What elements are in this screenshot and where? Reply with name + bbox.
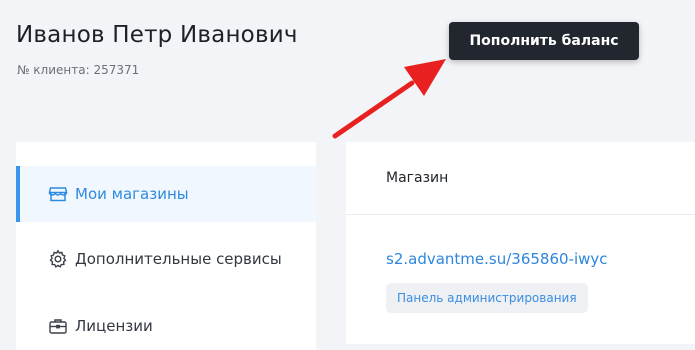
sidebar-item-my-shops[interactable]: Мои магазины <box>16 166 316 222</box>
gear-icon <box>48 249 68 269</box>
store-icon <box>48 184 68 204</box>
client-id: № клиента: 257371 <box>17 63 140 77</box>
sidebar-item-label: Лицензии <box>75 317 153 335</box>
sidebar: Мои магазины Дополнительные сервисы Лице… <box>16 142 316 350</box>
shop-column-header: Магазин <box>386 170 449 186</box>
top-up-balance-button[interactable]: Пополнить баланс <box>449 22 639 60</box>
sidebar-item-additional-services[interactable]: Дополнительные сервисы <box>16 231 316 287</box>
client-name: Иванов Петр Иванович <box>16 22 298 48</box>
briefcase-icon <box>48 316 68 336</box>
sidebar-item-label: Дополнительные сервисы <box>75 250 282 268</box>
shops-panel: Магазин s2.advantme.su/365860-iwyc Панел… <box>346 142 695 344</box>
shop-link[interactable]: s2.advantme.su/365860-iwyc <box>386 250 608 268</box>
admin-panel-button[interactable]: Панель администрирования <box>386 283 588 313</box>
sidebar-item-licenses[interactable]: Лицензии <box>16 298 316 350</box>
header-divider <box>346 214 695 215</box>
sidebar-item-label: Мои магазины <box>75 185 189 203</box>
